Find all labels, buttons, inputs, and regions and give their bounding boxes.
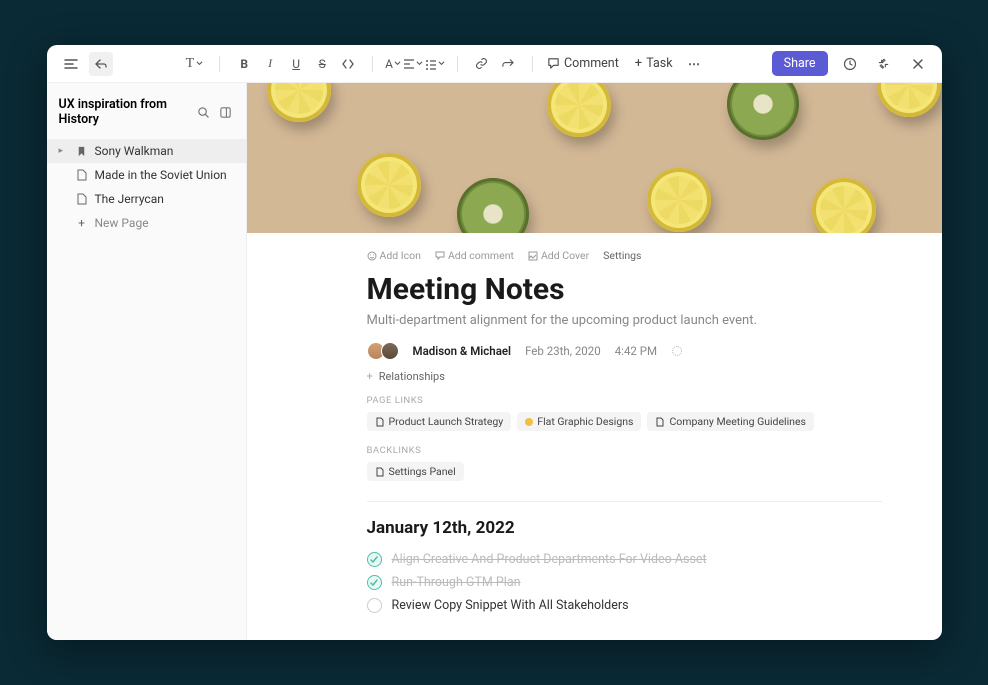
code-button[interactable] xyxy=(336,52,360,76)
date: Feb 23th, 2020 xyxy=(525,344,601,358)
italic-button[interactable]: I xyxy=(258,52,282,76)
collapse-icon[interactable] xyxy=(872,52,896,76)
sidebar-item-sony-walkman[interactable]: ▸ Sony Walkman xyxy=(47,139,246,163)
gear-icon[interactable] xyxy=(671,345,683,357)
task-item[interactable]: Align Creative And Product Departments F… xyxy=(367,552,882,567)
sidebar-item-label: Sony Walkman xyxy=(95,144,174,158)
page-link-chip[interactable]: Company Meeting Guidelines xyxy=(647,412,813,431)
list-button[interactable] xyxy=(425,52,445,76)
comment-label: Comment xyxy=(564,56,619,71)
divider xyxy=(367,501,882,502)
strikethrough-button[interactable]: S xyxy=(310,52,334,76)
checkbox-checked[interactable] xyxy=(367,552,382,567)
sidebar-item-jerrycan[interactable]: The Jerrycan xyxy=(47,187,246,211)
page-icon xyxy=(75,193,89,205)
backlinks: Settings Panel xyxy=(367,462,882,481)
page-links-label: PAGE LINKS xyxy=(367,395,882,406)
add-comment-button[interactable]: Add comment xyxy=(435,249,514,262)
task-text: Align Creative And Product Departments F… xyxy=(392,552,707,567)
bold-button[interactable]: B xyxy=(232,52,256,76)
author-avatars[interactable] xyxy=(367,342,399,360)
new-page-label: New Page xyxy=(95,216,149,230)
checkbox-unchecked[interactable] xyxy=(367,598,382,613)
sidebar-item-label: Made in the Soviet Union xyxy=(95,168,227,182)
task-text: Review Copy Snippet With All Stakeholder… xyxy=(392,598,629,613)
relationships-button[interactable]: Relationships xyxy=(367,370,882,383)
sidebar-item-soviet[interactable]: Made in the Soviet Union xyxy=(47,163,246,187)
checkbox-checked[interactable] xyxy=(367,575,382,590)
time: 4:42 PM xyxy=(615,344,657,358)
page-icon xyxy=(375,467,385,477)
toolbar: T B I U S A xyxy=(47,45,942,83)
task-item[interactable]: Run-Through GTM Plan xyxy=(367,575,882,590)
doc-actions: Add Icon Add comment Add Cover Settings xyxy=(367,249,882,262)
task-button[interactable]: + Task xyxy=(629,53,679,74)
section-heading[interactable]: January 12th, 2022 xyxy=(367,518,882,538)
more-button[interactable]: ⋯ xyxy=(683,52,707,76)
back-button[interactable] xyxy=(89,52,113,76)
sidebar: UX inspiration from History ▸ Sony Walkm… xyxy=(47,83,247,640)
avatar xyxy=(381,342,399,360)
text-color-button[interactable]: A xyxy=(385,52,401,76)
page-title[interactable]: Meeting Notes xyxy=(367,272,882,307)
new-page-button[interactable]: + New Page xyxy=(47,211,246,235)
checklist: Align Creative And Product Departments F… xyxy=(367,552,882,613)
link-button[interactable] xyxy=(470,52,494,76)
backlink-chip[interactable]: Settings Panel xyxy=(367,462,464,481)
sidebar-title: UX inspiration from History xyxy=(59,97,190,127)
text-style-button[interactable]: T xyxy=(182,52,208,76)
plus-icon: + xyxy=(75,216,89,230)
content-area: Add Icon Add comment Add Cover Settings … xyxy=(247,83,942,640)
menu-icon[interactable] xyxy=(59,52,83,76)
add-icon-button[interactable]: Add Icon xyxy=(367,249,421,262)
redo-icon[interactable] xyxy=(496,52,520,76)
task-text: Run-Through GTM Plan xyxy=(392,575,521,590)
page-icon xyxy=(75,169,89,181)
chevron-right-icon: ▸ xyxy=(59,146,69,156)
add-cover-button[interactable]: Add Cover xyxy=(528,249,589,262)
close-icon[interactable] xyxy=(906,52,930,76)
dot-icon xyxy=(525,418,533,426)
share-button[interactable]: Share xyxy=(772,51,828,76)
settings-button[interactable]: Settings xyxy=(603,249,641,262)
app-window: T B I U S A xyxy=(47,45,942,640)
sidebar-item-label: The Jerrycan xyxy=(95,192,164,206)
page-links: Product Launch Strategy Flat Graphic Des… xyxy=(367,412,882,431)
history-icon[interactable] xyxy=(838,52,862,76)
backlinks-label: BACKLINKS xyxy=(367,445,882,456)
authors[interactable]: Madison & Michael xyxy=(413,344,512,358)
page-link-chip[interactable]: Product Launch Strategy xyxy=(367,412,512,431)
meta-row: Madison & Michael Feb 23th, 2020 4:42 PM xyxy=(367,342,882,360)
page-link-chip[interactable]: Flat Graphic Designs xyxy=(517,412,641,431)
task-label: Task xyxy=(646,56,672,71)
align-button[interactable] xyxy=(403,52,423,76)
search-icon[interactable] xyxy=(196,104,212,120)
cover-image xyxy=(247,83,942,233)
comment-button[interactable]: Comment xyxy=(541,53,625,74)
page-icon xyxy=(375,417,385,427)
underline-button[interactable]: U xyxy=(284,52,308,76)
task-item[interactable]: Review Copy Snippet With All Stakeholder… xyxy=(367,598,882,613)
page-subtitle[interactable]: Multi-department alignment for the upcom… xyxy=(367,313,882,328)
bookmark-icon xyxy=(75,146,89,157)
panel-icon[interactable] xyxy=(218,104,234,120)
page-icon xyxy=(655,417,665,427)
